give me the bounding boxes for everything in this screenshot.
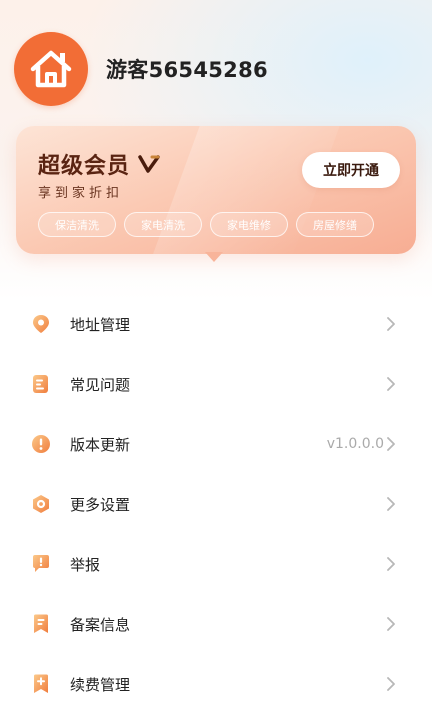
info-circle-icon xyxy=(30,433,52,455)
report-icon xyxy=(30,553,52,575)
vip-title: 超级会员 xyxy=(38,148,160,180)
card-pointer xyxy=(205,252,223,262)
vip-tag[interactable]: 保洁清洗 xyxy=(38,212,116,237)
vip-subtitle: 享到家折扣 xyxy=(38,186,124,201)
menu-item-filing-info[interactable]: 备案信息 xyxy=(0,594,432,654)
profile-header: 游客56545286 xyxy=(14,32,268,106)
chevron-right-icon xyxy=(387,557,395,571)
document-icon xyxy=(30,373,52,395)
version-value: v1.0.0.0 xyxy=(326,436,384,452)
vip-tag[interactable]: 家电清洗 xyxy=(124,212,202,237)
menu-item-label: 常见问题 xyxy=(70,375,131,394)
menu-item-label: 版本更新 xyxy=(70,435,131,454)
chevron-right-icon xyxy=(387,677,395,691)
settings-hex-icon xyxy=(30,493,52,515)
menu-item-version-update[interactable]: 版本更新 v1.0.0.0 xyxy=(0,414,432,474)
menu-item-faq[interactable]: 常见问题 xyxy=(0,354,432,414)
menu-item-more-settings[interactable]: 更多设置 xyxy=(0,474,432,534)
menu-item-label: 地址管理 xyxy=(70,315,131,334)
chevron-right-icon xyxy=(387,317,395,331)
vip-card[interactable]: 超级会员 享到家折扣 立即开通 保洁清洗 家电清洗 家电维修 房屋修缮 xyxy=(16,126,416,254)
menu-item-report[interactable]: 举报 xyxy=(0,534,432,594)
vip-tags: 保洁清洗 家电清洗 家电维修 房屋修缮 xyxy=(38,212,374,237)
house-icon xyxy=(30,50,72,88)
avatar[interactable] xyxy=(14,32,88,106)
chevron-right-icon xyxy=(387,377,395,391)
menu-item-label: 举报 xyxy=(70,555,101,574)
chevron-right-icon xyxy=(387,497,395,511)
location-pin-icon xyxy=(30,313,52,335)
menu-item-label: 更多设置 xyxy=(70,495,131,514)
chevron-right-icon xyxy=(387,617,395,631)
menu-item-renewal[interactable]: 续费管理 xyxy=(0,654,432,714)
vip-title-text: 超级会员 xyxy=(38,154,131,179)
menu-item-label: 备案信息 xyxy=(70,615,131,634)
open-membership-button[interactable]: 立即开通 xyxy=(302,152,400,188)
renew-bookmark-icon xyxy=(30,673,52,695)
vip-tag[interactable]: 房屋修缮 xyxy=(296,212,374,237)
settings-menu: 地址管理 常见问题 版本更新 v1.0.0.0 更多设置 举报 备案信息 续费管… xyxy=(0,294,432,714)
v-badge-icon xyxy=(138,155,160,173)
username: 游客56545286 xyxy=(106,58,268,82)
menu-item-address[interactable]: 地址管理 xyxy=(0,294,432,354)
vip-tag[interactable]: 家电维修 xyxy=(210,212,288,237)
menu-item-label: 续费管理 xyxy=(70,675,131,694)
chevron-right-icon xyxy=(387,437,395,451)
bookmark-icon xyxy=(30,613,52,635)
